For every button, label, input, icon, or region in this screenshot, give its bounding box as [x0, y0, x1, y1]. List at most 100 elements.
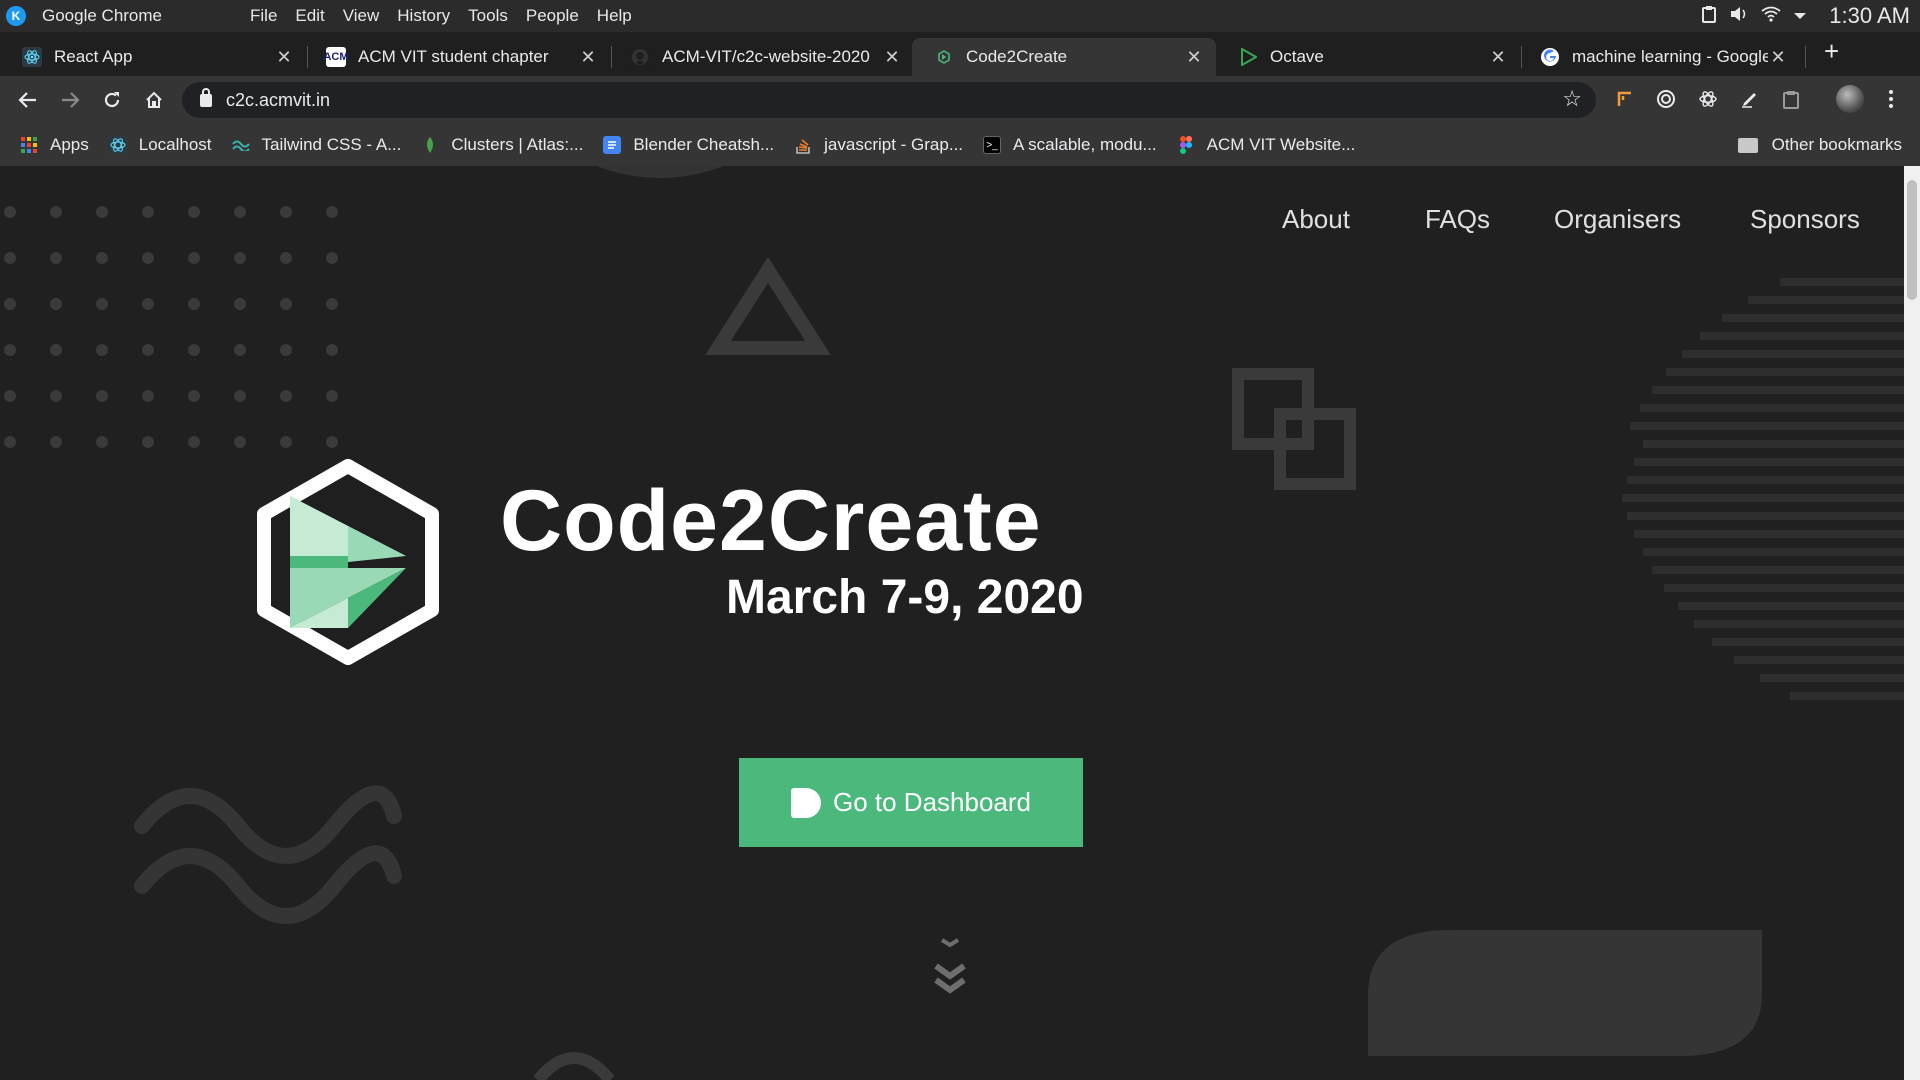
tab-title: ACM VIT student chapter [358, 47, 549, 66]
menu-tools[interactable]: Tools [468, 6, 508, 26]
nav-sponsors[interactable]: Sponsors [1750, 204, 1860, 235]
forward-button[interactable] [52, 82, 88, 118]
menu-history[interactable]: History [397, 6, 450, 26]
bookmark-atlas[interactable]: Clusters | Atlas:... [421, 135, 583, 155]
react-icon [22, 47, 42, 67]
tab-title: Octave [1270, 47, 1324, 66]
nav-faqs[interactable]: FAQs [1425, 204, 1490, 235]
apps-grid-icon [20, 136, 38, 154]
pen-extension-icon[interactable] [1737, 86, 1763, 112]
wave-decoration [134, 845, 402, 924]
wifi-icon[interactable] [1761, 6, 1781, 27]
menu-help[interactable]: Help [597, 6, 632, 26]
cta-label: Go to Dashboard [832, 787, 1031, 817]
tab-octave[interactable]: Octave ✕ [1216, 38, 1520, 76]
menu-view[interactable]: View [343, 6, 380, 26]
bookmarks-bar: Apps Localhost Tailwind CSS - A... Clust… [0, 124, 1920, 166]
profile-avatar[interactable] [1836, 85, 1864, 113]
bookmark-blender[interactable]: Blender Cheatsh... [603, 135, 774, 155]
clipboard-icon[interactable] [1701, 5, 1717, 28]
more-menu-icon[interactable] [1878, 86, 1904, 112]
react-icon [108, 136, 127, 154]
lock-icon[interactable] [200, 87, 212, 107]
react-devtools-icon[interactable] [1695, 86, 1721, 112]
tab-title: React App [54, 47, 133, 66]
tab-acm-vit[interactable]: ACM ACM VIT student chapter ✕ [304, 38, 610, 76]
nav-about[interactable]: About [1282, 204, 1350, 235]
scrollbar-thumb[interactable] [1907, 180, 1917, 300]
bookmark-terminal[interactable]: >_ A scalable, modu... [983, 135, 1157, 155]
bookmark-label: ACM VIT Website... [1206, 135, 1356, 154]
tab-react-app[interactable]: React App ✕ [0, 38, 306, 76]
active-app-name: Google Chrome [42, 6, 163, 25]
home-button[interactable] [136, 82, 172, 118]
arc-decoration [596, 166, 724, 178]
page-scrollbar[interactable] [1904, 166, 1920, 1080]
bookmark-tailwind[interactable]: Tailwind CSS - A... [231, 135, 402, 155]
triangle-decoration [705, 257, 831, 355]
hero-title: Code2Create [500, 473, 1042, 569]
close-icon[interactable]: ✕ [1488, 47, 1508, 68]
menu-file[interactable]: File [250, 6, 277, 26]
volume-icon[interactable] [1729, 5, 1749, 28]
bookmark-label: Localhost [138, 135, 212, 154]
close-icon[interactable]: ✕ [578, 47, 598, 68]
clipboard-extension-icon[interactable] [1778, 86, 1804, 112]
clock[interactable]: 1:30 AM [1829, 3, 1910, 29]
kde-launcher-icon[interactable]: K [6, 6, 26, 26]
tab-title: machine learning - Google [1572, 47, 1768, 66]
bookmark-label: A scalable, modu... [1013, 135, 1157, 154]
leaf-shape-decoration [1368, 930, 1762, 1056]
stackoverflow-icon [794, 136, 812, 154]
nav-organisers[interactable]: Organisers [1554, 204, 1681, 235]
hero-date: March 7-9, 2020 [726, 571, 1084, 624]
back-button[interactable] [10, 82, 46, 118]
bookmark-apps[interactable]: Apps [20, 135, 89, 155]
bookmark-label: Apps [50, 135, 89, 154]
system-tray: 1:30 AM [1701, 0, 1910, 32]
tab-title: ACM-VIT/c2c-website-2020 [662, 47, 870, 66]
bookmark-label: Tailwind CSS - A... [261, 135, 402, 154]
menu-people[interactable]: People [526, 6, 579, 26]
go-to-dashboard-button[interactable]: Go to Dashboard [739, 758, 1083, 847]
address-bar[interactable]: c2c.acmvit.in ☆ [182, 82, 1596, 118]
other-bookmarks-label: Other bookmarks [1771, 135, 1902, 154]
google-icon [1540, 47, 1560, 67]
play-icon [1238, 47, 1258, 67]
os-top-bar: K Google Chrome File Edit View History T… [0, 0, 1920, 32]
close-icon[interactable]: ✕ [274, 47, 294, 68]
terminal-icon: >_ [983, 136, 1002, 154]
menu-edit[interactable]: Edit [295, 6, 324, 26]
other-bookmarks[interactable]: Other bookmarks [1737, 124, 1902, 166]
github-icon [630, 47, 650, 67]
bookmark-stackoverflow[interactable]: javascript - Grap... [794, 135, 963, 155]
close-icon[interactable]: ✕ [1184, 47, 1204, 68]
tailwind-icon [231, 136, 250, 154]
bookmark-localhost[interactable]: Localhost [108, 135, 212, 155]
bookmark-label: javascript - Grap... [824, 135, 964, 154]
acm-icon: ACM [323, 47, 349, 67]
striped-circle-decoration [1622, 278, 1904, 700]
c2c-icon [934, 47, 954, 67]
bookmark-star-icon[interactable]: ☆ [1562, 86, 1582, 112]
extension-icon[interactable] [1612, 86, 1638, 112]
scroll-down-chevron-icon[interactable] [930, 936, 970, 1006]
reload-button[interactable] [94, 82, 130, 118]
tray-expand-icon[interactable] [1793, 6, 1807, 26]
bookmark-acm-vit-website[interactable]: ACM VIT Website... [1177, 135, 1356, 155]
figma-icon [1177, 136, 1195, 154]
code2create-logo [257, 459, 439, 665]
close-icon[interactable]: ✕ [882, 47, 902, 68]
tab-google-search[interactable]: machine learning - Google ✕ [1518, 38, 1800, 76]
tab-github-repo[interactable]: ACM-VIT/c2c-website-2020 ✕ [608, 38, 914, 76]
docs-icon [603, 136, 622, 154]
tab-strip: React App ✕ ACM ACM VIT student chapter … [0, 32, 1920, 76]
dot-grid-decoration [4, 206, 338, 448]
new-tab-button[interactable]: + [1824, 36, 1839, 67]
url-text[interactable]: c2c.acmvit.in [226, 90, 330, 111]
bookmark-label: Clusters | Atlas:... [451, 135, 584, 154]
target-extension-icon[interactable] [1653, 86, 1679, 112]
tab-code2create[interactable]: Code2Create ✕ [912, 38, 1216, 76]
mongodb-leaf-icon [421, 136, 439, 154]
close-icon[interactable]: ✕ [1768, 47, 1788, 68]
